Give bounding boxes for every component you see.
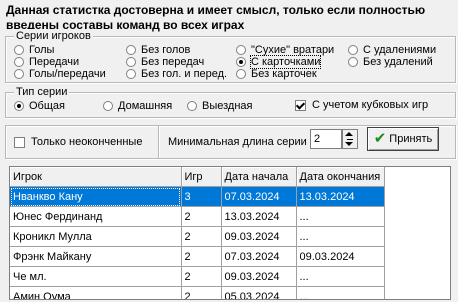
radio-dot	[126, 57, 136, 67]
table-row[interactable]: Нванкво Кану 3 07.03.2024 13.03.2024	[10, 186, 385, 207]
radio-dot	[236, 45, 246, 55]
series-group: Серии игроков Голы Передачи Голы/передач…	[5, 29, 456, 83]
radio-dot	[14, 57, 24, 67]
cell-start-date[interactable]: 07.03.2024	[221, 246, 297, 267]
cell-end-date[interactable]: ...	[296, 286, 385, 299]
radio-label: Без карточек	[251, 68, 317, 80]
table-row[interactable]: Че мл. 2 09.03.2024...	[10, 266, 385, 287]
radio-dot-selected	[236, 57, 246, 67]
series-table[interactable]: Игрок Игр Дата начала Дата окончания Нва…	[9, 166, 451, 300]
radio-label: Общая	[29, 100, 65, 112]
table-header-row: Игрок Игр Дата начала Дата окончания	[10, 167, 385, 187]
cell-player[interactable]: Фрэнк Майкану	[10, 246, 182, 267]
column-header-games[interactable]: Игр	[181, 167, 222, 187]
radio-label: Домашняя	[118, 100, 173, 112]
cell-games[interactable]: 3	[181, 186, 222, 207]
radio-goals[interactable]: Голы	[14, 44, 54, 56]
min-length-spinner[interactable]	[342, 129, 358, 149]
cell-games[interactable]: 2	[181, 286, 222, 299]
cell-games[interactable]: 2	[181, 226, 222, 247]
radio-dot	[14, 45, 24, 55]
radio-label: Голы	[29, 44, 55, 56]
radio-no-ejections[interactable]: Без удалений	[348, 56, 433, 68]
checkbox-label: С учетом кубковых игр	[312, 99, 429, 111]
radio-no-goals-assists[interactable]: Без гол. и перед.	[126, 68, 227, 80]
cell-games[interactable]: 2	[181, 266, 222, 287]
radio-dot	[348, 57, 358, 67]
radio-assists[interactable]: Передачи	[14, 56, 79, 68]
radio-label: Голы/передачи	[29, 68, 106, 80]
radio-dot	[14, 69, 24, 79]
spin-down-icon[interactable]	[345, 142, 353, 146]
cup-games-checkbox[interactable]: С учетом кубковых игр	[295, 99, 428, 111]
radio-type-overall[interactable]: Общая	[14, 100, 65, 112]
radio-dot	[126, 69, 136, 79]
table-row[interactable]: Фрэнк Майкану 2 07.03.2024 09.03.2024	[10, 246, 385, 267]
radio-dot	[103, 101, 113, 111]
column-header-start[interactable]: Дата начала	[221, 167, 297, 187]
checkbox-box-checked	[295, 99, 306, 111]
type-group: Тип серии Общая Домашняя Выездная С учет…	[5, 85, 456, 118]
cell-end-date[interactable]: ...	[296, 226, 385, 247]
cell-start-date[interactable]: 07.03.2024	[221, 186, 297, 207]
spin-divider-icon	[347, 139, 353, 140]
unfinished-checkbox[interactable]: Только неоконченные	[14, 136, 142, 148]
radio-label: Передачи	[29, 56, 80, 68]
radio-label: С удалениями	[363, 44, 437, 56]
radio-label: Без голов	[141, 44, 191, 56]
cell-player[interactable]: Нванкво Кану	[10, 186, 182, 207]
cell-start-date[interactable]: 09.03.2024	[221, 226, 297, 247]
radio-type-away[interactable]: Выездная	[187, 100, 253, 112]
accept-button-label: Принять	[389, 133, 433, 145]
min-length-input[interactable]: 2	[310, 129, 342, 149]
radio-label: Без передач	[141, 56, 205, 68]
radio-label: Выездная	[202, 100, 253, 112]
radio-clean-sheets[interactable]: "Сухие" вратари	[236, 44, 334, 56]
radio-dot	[126, 45, 136, 55]
min-length-label: Минимальная длина серии	[168, 136, 307, 148]
cell-player[interactable]: Юнес Фердинанд	[10, 206, 182, 227]
cell-end-date[interactable]: ...	[296, 266, 385, 287]
cell-player[interactable]: Че мл.	[10, 266, 182, 287]
radio-label: Без гол. и перед.	[141, 68, 228, 80]
filter-divider	[158, 126, 160, 158]
checkbox-label: Только неоконченные	[31, 136, 143, 148]
cell-games[interactable]: 2	[181, 206, 222, 227]
series-group-title: Серии игроков	[14, 29, 93, 43]
table-row[interactable]: Юнес Фердинанд 2 13.03.2024...	[10, 206, 385, 227]
radio-dot	[236, 69, 246, 79]
accept-button[interactable]: ✔ Принять	[367, 127, 439, 151]
radio-dot-selected	[14, 101, 24, 111]
radio-goals-assists[interactable]: Голы/передачи	[14, 68, 106, 80]
radio-with-cards[interactable]: С карточками	[236, 55, 322, 69]
table-row[interactable]: Амин Оума 2 05.03.2024...	[10, 286, 385, 299]
spin-up-icon[interactable]	[345, 132, 353, 136]
cell-start-date[interactable]: 05.03.2024	[221, 286, 297, 299]
radio-label: "Сухие" вратари	[251, 44, 335, 56]
type-group-title: Тип серии	[14, 85, 70, 99]
cell-end-date[interactable]: ...	[296, 206, 385, 227]
cell-end-date[interactable]: 09.03.2024	[296, 246, 385, 267]
radio-with-ejections[interactable]: С удалениями	[348, 44, 436, 56]
radio-label: С карточками	[249, 55, 322, 69]
radio-no-assists[interactable]: Без передач	[126, 56, 204, 68]
cell-player[interactable]: Кроникл Мулла	[10, 226, 182, 247]
cell-start-date[interactable]: 09.03.2024	[221, 266, 297, 287]
radio-dot	[348, 45, 358, 55]
column-header-player[interactable]: Игрок	[10, 167, 182, 187]
checkmark-icon: ✔	[373, 130, 387, 147]
cell-games[interactable]: 2	[181, 246, 222, 267]
radio-no-cards[interactable]: Без карточек	[236, 68, 317, 80]
checkbox-box	[14, 136, 25, 148]
column-header-end[interactable]: Дата окончания	[296, 167, 385, 187]
table-row[interactable]: Кроникл Мулла 2 09.03.2024...	[10, 226, 385, 247]
cell-start-date[interactable]: 13.03.2024	[221, 206, 297, 227]
radio-type-home[interactable]: Домашняя	[103, 100, 172, 112]
cell-end-date[interactable]: 13.03.2024	[296, 186, 385, 207]
radio-dot	[187, 101, 197, 111]
radio-label: Без удалений	[363, 56, 433, 68]
cell-player[interactable]: Амин Оума	[10, 286, 182, 299]
radio-no-goals[interactable]: Без голов	[126, 44, 190, 56]
